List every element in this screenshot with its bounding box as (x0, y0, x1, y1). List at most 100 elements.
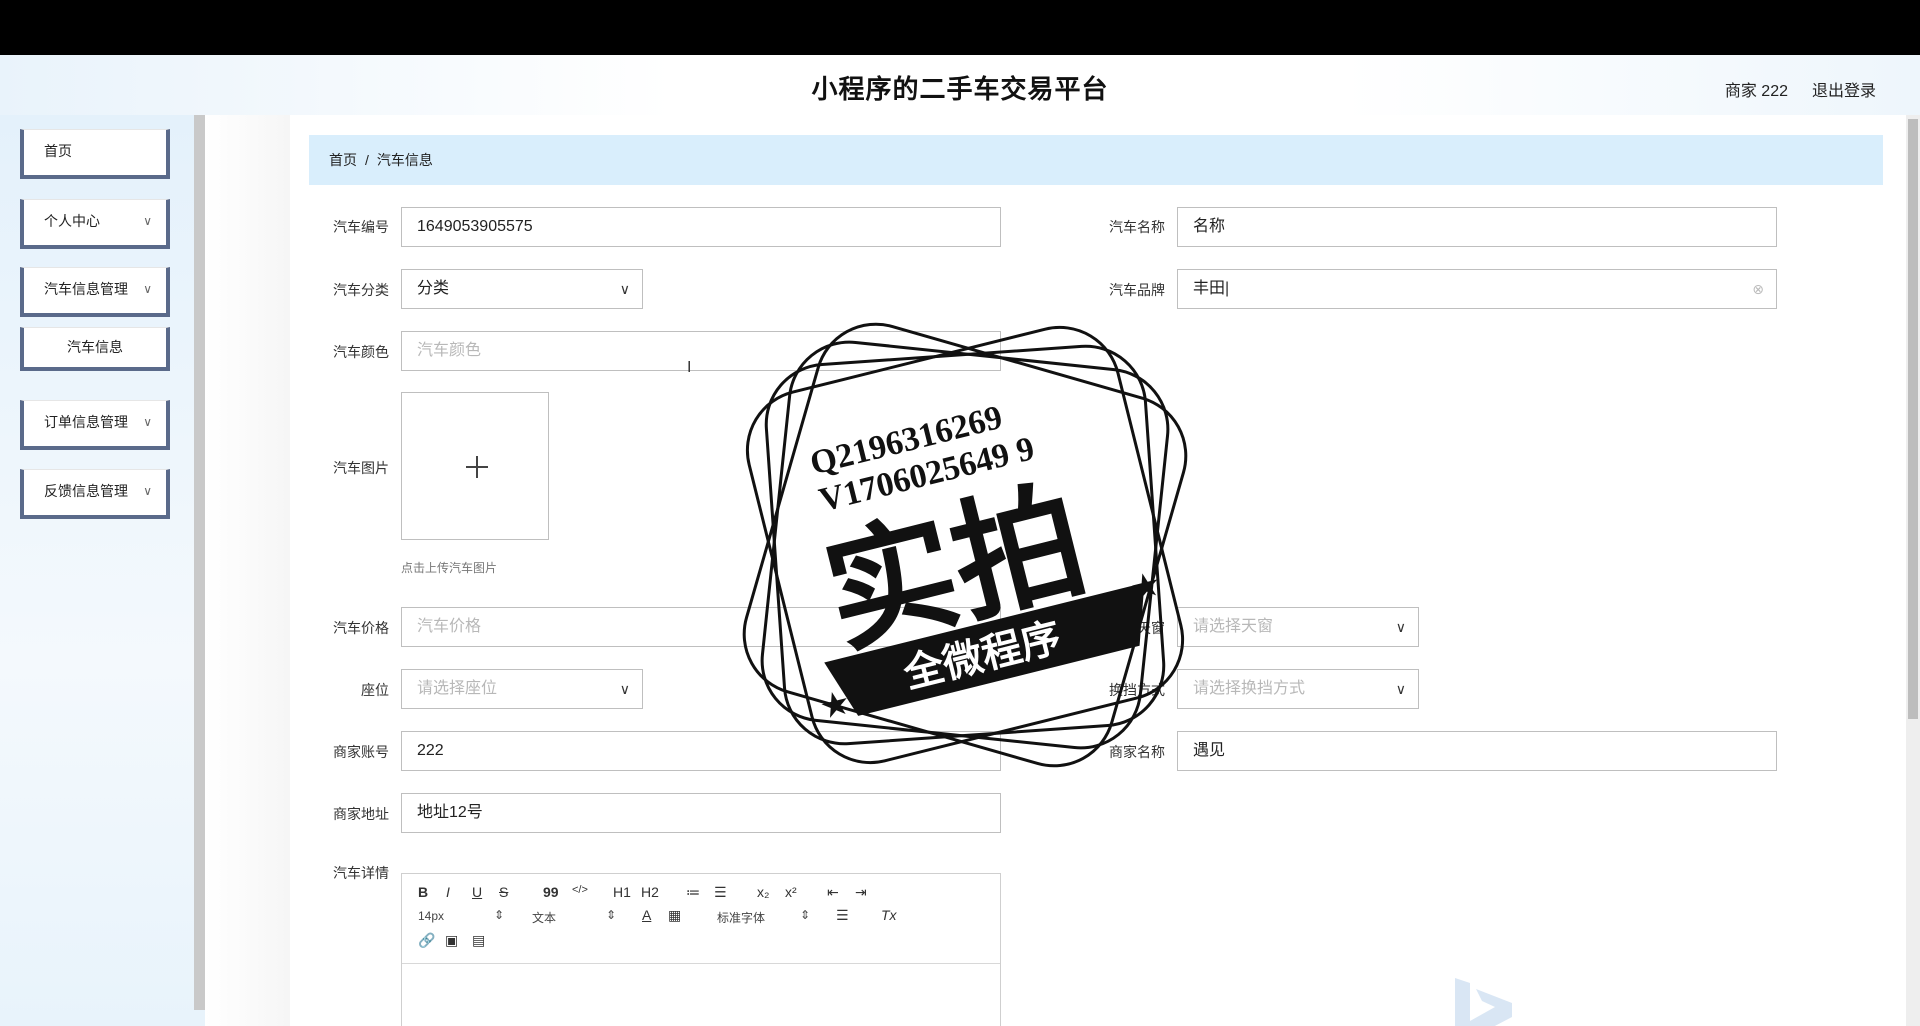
price-label: 汽车价格 (333, 620, 389, 636)
color-input[interactable]: 汽车颜色 (401, 331, 1001, 371)
merchant-account-label: 商家账号 (333, 744, 389, 760)
gear-select[interactable]: 请选择换挡方式 ∨ (1177, 669, 1419, 709)
rich-text-editor[interactable]: B I U S 99 </> H1 H2 ≔ ☰ x₂ x² ⇤ ⇥ 14px … (401, 873, 1001, 1026)
gear-label: 换挡方式 (1109, 682, 1165, 698)
sunroof-placeholder: 请选择天窗 (1193, 618, 1274, 635)
indent-button[interactable]: ⇥ (855, 884, 867, 901)
sidebar-item-car-management[interactable]: 汽车信息管理 ∨ (20, 267, 170, 317)
merchant-address-input[interactable]: 地址12号 (401, 793, 1001, 833)
top-header: 小程序的二手车交易平台 商家 222 退出登录 (0, 55, 1920, 115)
breadcrumb-current: 汽车信息 (376, 152, 433, 168)
text-caret: | (1225, 280, 1230, 297)
editor-toolbar: B I U S 99 </> H1 H2 ≔ ☰ x₂ x² ⇤ ⇥ 14px … (402, 874, 1000, 964)
font-color-button[interactable]: A (642, 907, 651, 923)
clear-icon[interactable]: ⊗ (1752, 270, 1764, 308)
chevron-down-icon: ∨ (143, 415, 152, 429)
breadcrumb-home[interactable]: 首页 (329, 152, 357, 168)
ordered-list-button[interactable]: ≔ (686, 884, 700, 901)
link-icon[interactable]: 🔗 (418, 932, 435, 949)
sidebar-item-label: 首页 (44, 143, 72, 159)
italic-button[interactable]: I (446, 884, 450, 900)
bing-logo-icon (1455, 978, 1512, 1026)
chevron-down-icon: ∨ (143, 282, 152, 296)
seat-select[interactable]: 请选择座位 ∨ (401, 669, 643, 709)
seat-label: 座位 (361, 682, 389, 698)
car-name-input[interactable]: 名称 (1177, 207, 1777, 247)
background-color-icon[interactable]: ▦ (668, 907, 681, 924)
sidebar-item-label: 反馈信息管理 (44, 483, 128, 499)
superscript-button[interactable]: x² (785, 884, 797, 900)
color-label: 汽车颜色 (333, 344, 389, 360)
align-icon[interactable]: ☰ (836, 907, 849, 924)
logout-link[interactable]: 退出登录 (1812, 77, 1876, 101)
video-icon[interactable]: ▤ (472, 932, 485, 949)
seat-placeholder: 请选择座位 (417, 680, 498, 697)
price-input[interactable]: 汽车价格 (401, 607, 1001, 647)
font-size-select[interactable]: 14px (418, 909, 444, 923)
outdent-button[interactable]: ⇤ (827, 884, 839, 901)
ibeam-cursor-icon: I (687, 359, 692, 376)
current-user: 商家 222 (1724, 83, 1788, 100)
breadcrumb: 首页 / 汽车信息 (309, 135, 1883, 185)
image-upload-box[interactable] (401, 392, 549, 540)
app-title: 小程序的二手车交易平台 (811, 74, 1109, 104)
code-button[interactable]: </> (572, 884, 588, 896)
chevron-down-icon: ∨ (143, 484, 152, 498)
sidebar-item-feedback-management[interactable]: 反馈信息管理 ∨ (20, 469, 170, 519)
merchant-name-input[interactable]: 遇见 (1177, 731, 1777, 771)
sidebar-item-label: 个人中心 (44, 213, 100, 229)
sidebar-item-label: 汽车信息管理 (44, 281, 128, 297)
sunroof-label: 天窗 (1137, 620, 1165, 636)
category-label: 汽车分类 (333, 282, 389, 298)
sidebar-item-label: 汽车信息 (67, 339, 123, 355)
chevron-updown-icon: ⇕ (494, 908, 505, 922)
image-label: 汽车图片 (333, 460, 389, 476)
sidebar-scrollbar[interactable] (194, 115, 205, 1010)
main-scrollbar[interactable] (1906, 115, 1920, 1026)
text-type-select[interactable]: 文本 (532, 909, 556, 926)
brand-value: 丰田 (1193, 280, 1226, 297)
gear-placeholder: 请选择换挡方式 (1193, 680, 1306, 697)
font-family-select[interactable]: 标准字体 (717, 909, 765, 926)
app-window: 小程序的二手车交易平台 商家 222 退出登录 首页 个人中心 ∨ 汽车信息管理 ∨… (0, 55, 1920, 1026)
sidebar-item-order-management[interactable]: 订单信息管理 ∨ (20, 400, 170, 450)
category-select[interactable]: 分类 ∨ (401, 269, 643, 309)
car-name-label: 汽车名称 (1109, 219, 1165, 235)
clear-format-button[interactable]: Tx (881, 907, 897, 923)
scrollbar-thumb[interactable] (1908, 119, 1918, 719)
car-no-label: 汽车编号 (333, 219, 389, 235)
details-label: 汽车详情 (333, 865, 389, 881)
merchant-address-label: 商家地址 (333, 806, 389, 822)
chevron-down-icon: ∨ (1395, 681, 1406, 697)
sidebar-item-home[interactable]: 首页 (20, 129, 170, 179)
sidebar-item-car-info[interactable]: 汽车信息 (20, 327, 170, 371)
sidebar: 首页 个人中心 ∨ 汽车信息管理 ∨ 汽车信息 订单信息管理 ∨ 反馈信息管理 ∨ (0, 115, 205, 1026)
breadcrumb-separator: / (365, 152, 369, 168)
car-no-input[interactable]: 1649053905575 (401, 207, 1001, 247)
bullet-list-button[interactable]: ☰ (714, 884, 727, 901)
sunroof-select[interactable]: 请选择天窗 ∨ (1177, 607, 1419, 647)
image-icon[interactable]: ▣ (445, 932, 458, 949)
underline-button[interactable]: U (472, 884, 482, 900)
h2-button[interactable]: H2 (641, 884, 659, 900)
chevron-down-icon: ∨ (1395, 619, 1406, 635)
chevron-updown-icon: ⇕ (606, 908, 617, 922)
sidebar-item-label: 订单信息管理 (44, 414, 128, 430)
strike-button[interactable]: S (499, 884, 508, 900)
quote-button[interactable]: 99 (543, 884, 559, 900)
subscript-button[interactable]: x₂ (757, 884, 769, 900)
h1-button[interactable]: H1 (613, 884, 631, 900)
bold-button[interactable]: B (418, 884, 428, 900)
image-upload-hint: 点击上传汽车图片 (401, 561, 498, 575)
chevron-updown-icon: ⇕ (800, 908, 811, 922)
chevron-down-icon: ∨ (143, 214, 152, 228)
merchant-name-label: 商家名称 (1109, 744, 1165, 760)
merchant-account-input[interactable]: 222 (401, 731, 1001, 771)
brand-input[interactable]: 丰田| ⊗ (1177, 269, 1777, 309)
plus-icon-vertical (476, 456, 478, 478)
chevron-down-icon: ∨ (619, 281, 630, 297)
category-value: 分类 (417, 280, 450, 297)
brand-label: 汽车品牌 (1109, 282, 1165, 298)
content-gutter (205, 115, 290, 1026)
sidebar-item-profile[interactable]: 个人中心 ∨ (20, 199, 170, 249)
